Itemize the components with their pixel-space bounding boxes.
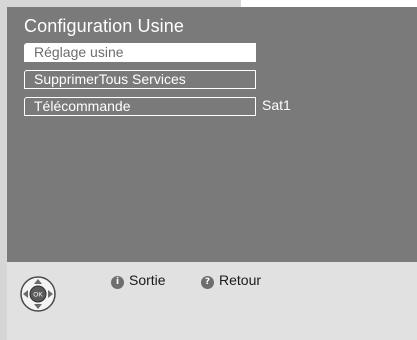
remote-ok-label: OK bbox=[33, 292, 43, 299]
menu-item-reglage-usine[interactable]: Réglage usine bbox=[24, 43, 256, 62]
device-frame-top bbox=[0, 0, 241, 7]
menu-title: Configuration Usine bbox=[24, 16, 184, 36]
back-button-icon: ? bbox=[201, 276, 214, 289]
hint-retour: ? Retour bbox=[201, 272, 261, 289]
remote-dpad-ok-icon: OK bbox=[20, 276, 56, 312]
menu-item-telecommande[interactable]: Télécommande bbox=[24, 97, 256, 116]
hint-retour-label: Retour bbox=[219, 272, 262, 288]
device-frame-left bbox=[0, 0, 7, 340]
info-button-icon: i bbox=[111, 276, 124, 289]
telecommande-value: Sat1 bbox=[262, 97, 291, 113]
hint-sortie-label: Sortie bbox=[129, 272, 166, 288]
hint-sortie: i Sortie bbox=[111, 272, 166, 289]
menu-item-supprimer-services[interactable]: SupprimerTous Services bbox=[24, 70, 256, 89]
